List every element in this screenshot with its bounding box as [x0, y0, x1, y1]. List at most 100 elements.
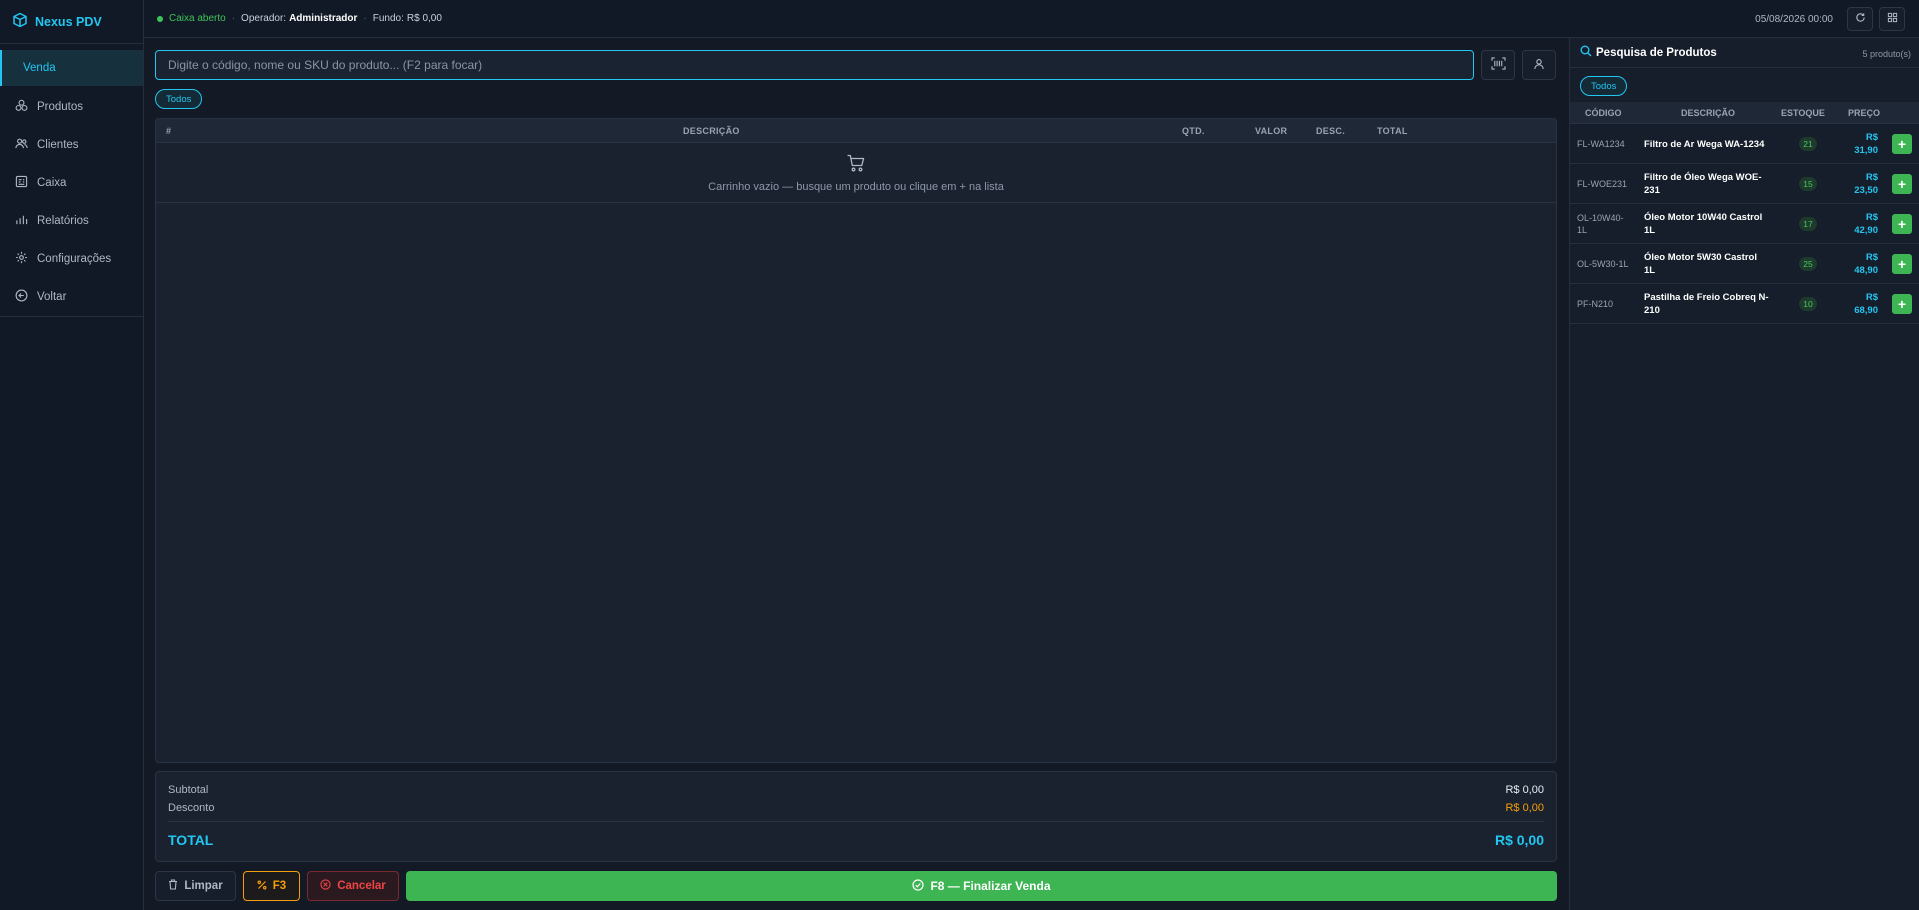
column-price: PREÇO — [1848, 108, 1881, 118]
search-row — [155, 50, 1556, 80]
add-to-cart-button[interactable]: + — [1892, 294, 1912, 314]
total-row: TOTAL R$ 0,00 — [168, 832, 1544, 848]
refresh-icon — [1855, 12, 1866, 26]
discount-f3-button[interactable]: F3 — [243, 871, 300, 901]
bar-chart-icon — [15, 213, 28, 229]
product-search-panel: Pesquisa de Produtos 5 produto(s) Todos … — [1569, 38, 1919, 910]
subtotal-label: Subtotal — [168, 784, 209, 796]
discount-row: Desconto R$ 0,00 — [168, 802, 1544, 814]
product-price: R$ 68,90 — [1854, 292, 1878, 316]
grid-icon — [1887, 12, 1898, 26]
search-icon — [1580, 45, 1592, 60]
column-discount: DESC. — [1316, 126, 1346, 136]
grid-menu-button[interactable] — [1879, 7, 1905, 31]
stock-badge: 10 — [1799, 297, 1817, 311]
sidebar-item-configuracoes[interactable]: Configurações — [0, 240, 143, 278]
status-dot-icon — [157, 15, 163, 22]
column-description: DESCRIÇÃO — [1681, 108, 1736, 118]
category-chip-todos[interactable]: Todos — [155, 89, 203, 109]
column-code: CÓDIGO — [1585, 108, 1622, 118]
separator-dot: · — [363, 13, 367, 24]
column-description: DESCRIÇÃO — [683, 126, 740, 136]
sidebar-item-label: Produtos — [37, 101, 84, 113]
cart-table: # DESCRIÇÃO QTD. VALOR DESC. TOTAL Carri… — [155, 118, 1557, 763]
product-search-input[interactable] — [155, 50, 1474, 80]
sidebar-item-clientes[interactable]: Clientes — [0, 126, 143, 164]
users-icon — [15, 137, 28, 153]
caixa-status: Caixa aberto — [169, 13, 226, 24]
add-to-cart-button[interactable]: + — [1892, 254, 1912, 274]
product-code: OL-5W30-1L — [1577, 259, 1629, 269]
finalize-sale-label: F8 — Finalizar Venda — [930, 879, 1051, 893]
product-price: R$ 42,90 — [1854, 212, 1878, 236]
discount-value: R$ 0,00 — [1505, 802, 1544, 814]
product-code: PF-N210 — [1577, 299, 1614, 309]
arrow-left-circle-icon — [15, 289, 28, 305]
product-panel-header: Pesquisa de Produtos 5 produto(s) — [1570, 38, 1919, 68]
sidebar-item-venda[interactable]: Venda — [0, 50, 143, 86]
total-value: R$ 0,00 — [1494, 832, 1544, 848]
add-to-cart-button[interactable]: + — [1892, 134, 1912, 154]
cart-icon — [846, 153, 866, 176]
product-description: Pastilha de Freio Cobreq N-210 — [1644, 292, 1769, 316]
sidebar-item-caixa[interactable]: Caixa — [0, 164, 143, 202]
user-icon — [1533, 58, 1545, 73]
product-description: Óleo Motor 10W40 Castrol 1L — [1644, 212, 1763, 236]
product-price: R$ 31,90 — [1854, 132, 1878, 156]
product-row[interactable]: OL-5W30-1L Óleo Motor 5W30 Castrol 1L 25… — [1570, 244, 1919, 284]
add-to-cart-button[interactable]: + — [1892, 214, 1912, 234]
cart-empty-message: Carrinho vazio — busque um produto ou cl… — [708, 180, 1004, 193]
clear-button[interactable]: Limpar — [155, 871, 236, 901]
product-table-header: CÓDIGO DESCRIÇÃO ESTOQUE PREÇO — [1570, 102, 1919, 124]
sidebar-item-label: Relatórios — [37, 215, 89, 227]
sidebar-item-label: Configurações — [37, 253, 112, 265]
cube-icon — [12, 12, 28, 31]
column-quantity: QTD. — [1182, 126, 1205, 136]
product-description: Filtro de Óleo Wega WOE-231 — [1644, 172, 1762, 196]
cancel-button[interactable]: Cancelar — [307, 871, 399, 901]
register-icon — [15, 175, 28, 191]
x-circle-icon — [320, 879, 331, 893]
sidebar-item-relatorios[interactable]: Relatórios — [0, 202, 143, 240]
product-row[interactable]: OL-10W40-1L Óleo Motor 10W40 Castrol 1L … — [1570, 204, 1919, 244]
subtotal-value: R$ 0,00 — [1505, 784, 1544, 796]
subtotal-row: Subtotal R$ 0,00 — [168, 784, 1544, 796]
product-count: 5 produto(s) — [1862, 49, 1911, 59]
customer-button[interactable] — [1522, 50, 1556, 80]
separator-dot: · — [231, 13, 236, 24]
stock-badge: 15 — [1799, 177, 1817, 191]
barcode-scan-icon — [1490, 57, 1506, 73]
totals-panel: Subtotal R$ 0,00 Desconto R$ 0,00 TOTAL … — [155, 771, 1557, 862]
sidebar-item-produtos[interactable]: Produtos — [0, 88, 143, 126]
add-to-cart-button[interactable]: + — [1892, 174, 1912, 194]
product-price: R$ 23,50 — [1854, 172, 1878, 196]
product-description: Filtro de Ar Wega WA-1234 — [1644, 138, 1765, 150]
product-panel-title: Pesquisa de Produtos — [1596, 46, 1717, 59]
datetime: 05/08/2026 00:00 — [1755, 13, 1833, 25]
fund-label: Fundo: — [372, 13, 404, 24]
percent-icon — [257, 879, 267, 893]
product-row[interactable]: FL-WA1234 Filtro de Ar Wega WA-1234 21 R… — [1570, 124, 1919, 164]
barcode-scan-button[interactable] — [1481, 50, 1515, 80]
cancel-label: Cancelar — [337, 880, 386, 892]
product-code: FL-WA1234 — [1577, 139, 1625, 149]
sidebar-item-voltar[interactable]: Voltar — [0, 278, 143, 316]
sidebar-divider — [0, 316, 143, 317]
brand[interactable]: Nexus PDV — [0, 0, 143, 44]
finalize-sale-button[interactable]: F8 — Finalizar Venda — [406, 871, 1557, 901]
stock-badge: 21 — [1799, 137, 1817, 151]
sidebar-item-label: Clientes — [37, 139, 79, 151]
product-row[interactable]: FL-WOE231 Filtro de Óleo Wega WOE-231 15… — [1570, 164, 1919, 204]
sidebar: Nexus PDV Venda Produtos Clientes Caixa … — [0, 0, 144, 910]
column-total: TOTAL — [1377, 126, 1408, 136]
gear-icon — [15, 251, 28, 267]
column-number: # — [166, 126, 172, 136]
product-row[interactable]: PF-N210 Pastilha de Freio Cobreq N-210 1… — [1570, 284, 1919, 324]
trash-icon — [168, 879, 178, 893]
sidebar-item-label: Caixa — [37, 177, 67, 189]
fund-value: R$ 0,00 — [406, 13, 442, 24]
stock-badge: 17 — [1799, 217, 1817, 231]
product-filter-chip-todos[interactable]: Todos — [1580, 76, 1628, 96]
cart-header: # DESCRIÇÃO QTD. VALOR DESC. TOTAL — [156, 119, 1556, 143]
refresh-button[interactable] — [1847, 7, 1873, 31]
